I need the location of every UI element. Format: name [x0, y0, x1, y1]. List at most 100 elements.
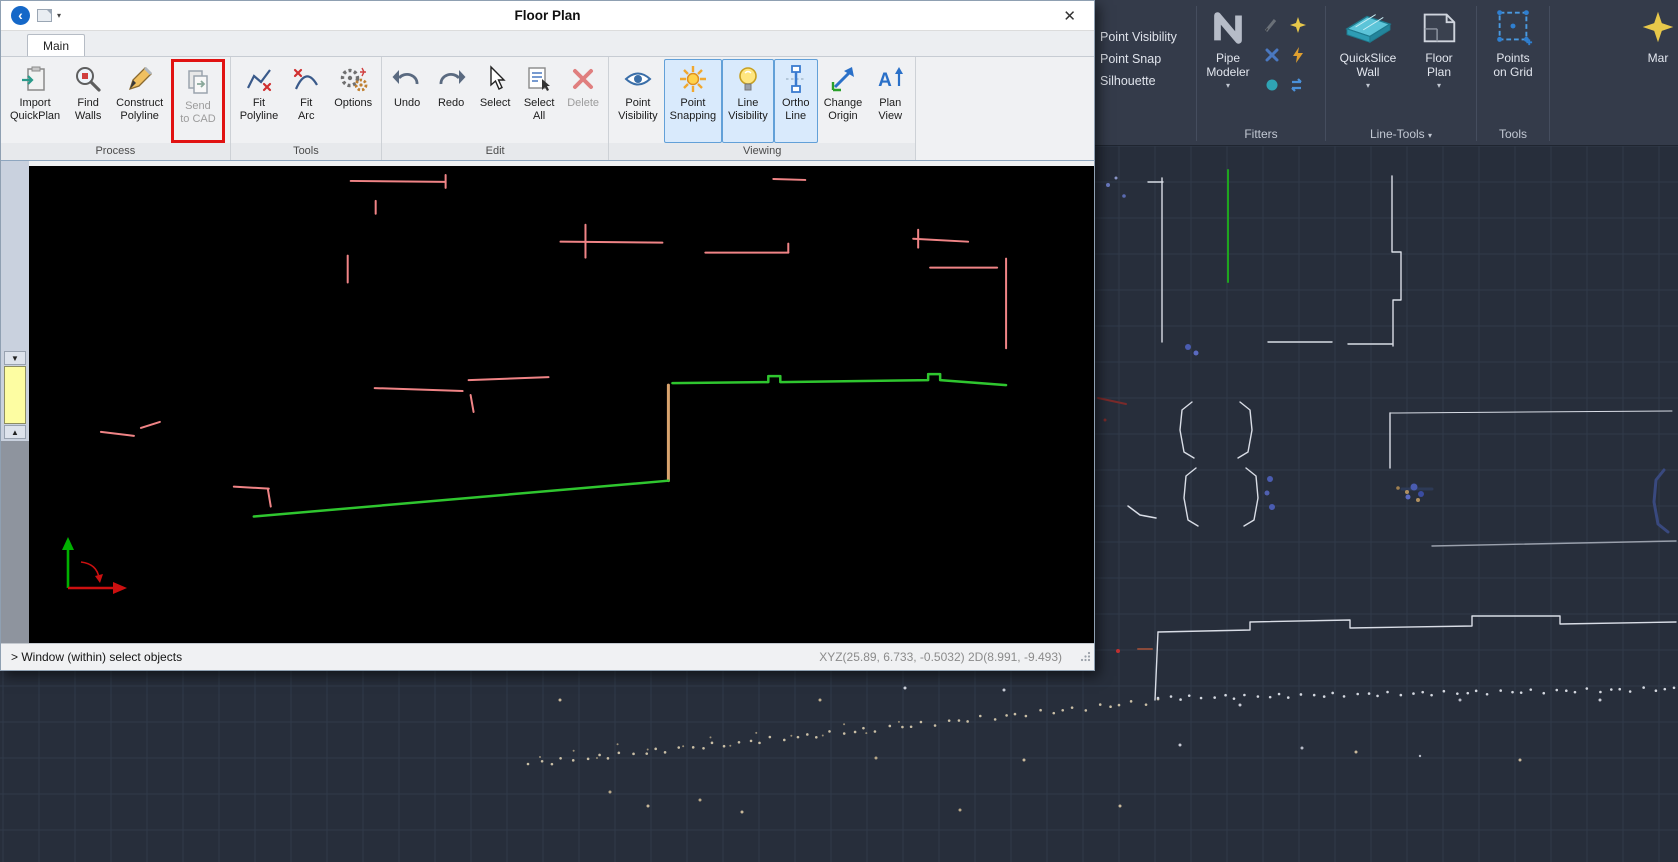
sparkle-icon[interactable]: [1289, 16, 1307, 34]
group-fitters: Pipe Modeler ▾ Fitters: [1197, 0, 1325, 145]
ribbon-group-edit: Undo Redo: [382, 57, 609, 160]
dialog-title: Floor Plan: [1, 8, 1094, 23]
group-truncated: Mar: [1604, 0, 1678, 145]
group-line-tools: QuickSlice Wall ▾ Floor Plan ▾ Line-Tool…: [1326, 0, 1476, 145]
status-coordinates: XYZ(25.89, 6.733, -0.5032) 2D(8.991, -9.…: [819, 650, 1080, 664]
toggle-point-visibility[interactable]: Point Visibility: [1100, 30, 1196, 44]
fitters-icon-grid: [1259, 4, 1311, 100]
tab-main[interactable]: Main: [27, 34, 85, 56]
ribbon-empty-space: [916, 57, 1094, 160]
ribbon-group-viewing: Point Visibility Point Snapping: [609, 57, 916, 160]
sun-icon: [678, 64, 708, 94]
group-label-edit: Edit: [382, 143, 608, 160]
background-toggle-list: Point Visibility Point Snap Silhouette: [1095, 0, 1196, 145]
options-icon: [338, 64, 368, 94]
scroll-down-button[interactable]: ▼: [4, 351, 26, 365]
point-visibility-button[interactable]: Point Visibility: [612, 59, 664, 143]
points-on-grid-button[interactable]: Points on Grid: [1480, 4, 1546, 82]
highlight-box: Send to CAD: [171, 59, 224, 143]
chevron-down-icon: ▾: [1428, 131, 1432, 140]
color-swatch[interactable]: [4, 366, 26, 424]
tab-bar: Main: [1, 31, 1094, 57]
truncated-button[interactable]: Mar: [1634, 4, 1678, 67]
group-label-fitters[interactable]: Fitters: [1197, 125, 1325, 145]
quickslice-wall-icon: [1341, 6, 1395, 48]
lightning-icon[interactable]: [1289, 46, 1307, 64]
svg-text:A: A: [878, 70, 892, 91]
line-visibility-button[interactable]: Line Visibility: [722, 59, 774, 143]
toggle-point-snap[interactable]: Point Snap: [1100, 52, 1196, 66]
points-on-grid-icon: [1491, 6, 1535, 48]
axis-gizmo: [59, 534, 131, 601]
select-all-icon: [524, 64, 554, 94]
floor-plan-dialog: ‹ ▾ Floor Plan ✕ Main Import QuickP: [0, 0, 1095, 671]
delete-button[interactable]: Delete: [561, 59, 605, 143]
options-button[interactable]: Options: [328, 59, 378, 143]
circle-icon[interactable]: [1263, 76, 1281, 94]
left-panel: ▼ ▲: [1, 161, 29, 643]
pipe-modeler-button[interactable]: Pipe Modeler ▾: [1197, 4, 1259, 92]
sparkle-icon: [1638, 6, 1678, 48]
group-label-tools[interactable]: Tools: [1477, 125, 1549, 145]
group-label-line-tools[interactable]: Line-Tools ▾: [1326, 125, 1476, 145]
lightbulb-icon: [733, 64, 763, 94]
ortho-line-button[interactable]: Ortho Line: [774, 59, 818, 143]
fit-polyline-button[interactable]: Fit Polyline: [234, 59, 285, 143]
construct-polyline-button[interactable]: Construct Polyline: [110, 59, 169, 143]
find-walls-button[interactable]: Find Walls: [66, 59, 110, 143]
plan-view-button[interactable]: A Plan View: [868, 59, 912, 143]
select-button[interactable]: Select: [473, 59, 517, 143]
chevron-down-icon: ▾: [1366, 81, 1370, 90]
import-quickplan-button[interactable]: Import QuickPlan: [4, 59, 66, 143]
resize-grip-icon[interactable]: [1080, 649, 1091, 667]
import-quickplan-icon: [20, 64, 50, 94]
title-bar: ‹ ▾ Floor Plan ✕: [1, 1, 1094, 31]
ribbon-group-process: Import QuickPlan Find Walls: [1, 57, 231, 160]
fit-polyline-icon: [244, 64, 274, 94]
send-to-cad-icon: [183, 67, 213, 97]
point-snapping-button[interactable]: Point Snapping: [664, 59, 723, 143]
find-walls-icon: [73, 64, 103, 94]
group-label-process: Process: [1, 143, 230, 160]
ribbon-group-tools: Fit Polyline Fit Arc: [231, 57, 382, 160]
status-bar: > Window (within) select objects XYZ(25.…: [1, 643, 1094, 670]
eye-icon: [623, 64, 653, 94]
pipe-modeler-icon: [1206, 6, 1250, 48]
plan-view-icon: A: [875, 64, 905, 94]
dialog-ribbon: Import QuickPlan Find Walls: [1, 57, 1094, 161]
scroll-up-button[interactable]: ▲: [4, 425, 26, 439]
change-origin-icon: [828, 64, 858, 94]
floor-plan-button[interactable]: Floor Plan ▾: [1408, 4, 1470, 92]
close-button[interactable]: ✕: [1055, 5, 1084, 27]
delete-icon: [568, 64, 598, 94]
brush-icon[interactable]: [1263, 16, 1281, 34]
send-to-cad-button[interactable]: Send to CAD: [174, 62, 221, 140]
quickslice-wall-button[interactable]: QuickSlice Wall ▾: [1332, 4, 1404, 92]
group-label-tools: Tools: [231, 143, 381, 160]
fit-arc-icon: [291, 64, 321, 94]
ribbon-separator: [1549, 6, 1550, 141]
undo-icon: [392, 64, 422, 94]
select-all-button[interactable]: Select All: [517, 59, 561, 143]
change-origin-button[interactable]: Change Origin: [818, 59, 869, 143]
fit-arc-button[interactable]: Fit Arc: [284, 59, 328, 143]
construct-polyline-icon: [125, 64, 155, 94]
background-ribbon: Point Visibility Point Snap Silhouette P…: [1095, 0, 1678, 146]
chevron-down-icon: ▾: [1226, 81, 1230, 90]
left-panel-lower: [1, 441, 29, 643]
plan-canvas[interactable]: [29, 166, 1094, 643]
ortho-line-icon: [781, 64, 811, 94]
status-prompt: > Window (within) select objects: [11, 650, 182, 664]
dialog-body: ▼ ▲: [1, 161, 1094, 643]
xmark-icon[interactable]: [1263, 46, 1281, 64]
swap-arrows-icon[interactable]: [1289, 76, 1307, 94]
redo-button[interactable]: Redo: [429, 59, 473, 143]
group-tools: Points on Grid Tools: [1477, 0, 1549, 145]
select-cursor-icon: [480, 64, 510, 94]
undo-button[interactable]: Undo: [385, 59, 429, 143]
redo-icon: [436, 64, 466, 94]
toggle-silhouette[interactable]: Silhouette: [1100, 74, 1196, 88]
floor-plan-icon: [1417, 6, 1461, 48]
chevron-down-icon: ▾: [1437, 81, 1441, 90]
group-label-viewing: Viewing: [609, 143, 915, 160]
